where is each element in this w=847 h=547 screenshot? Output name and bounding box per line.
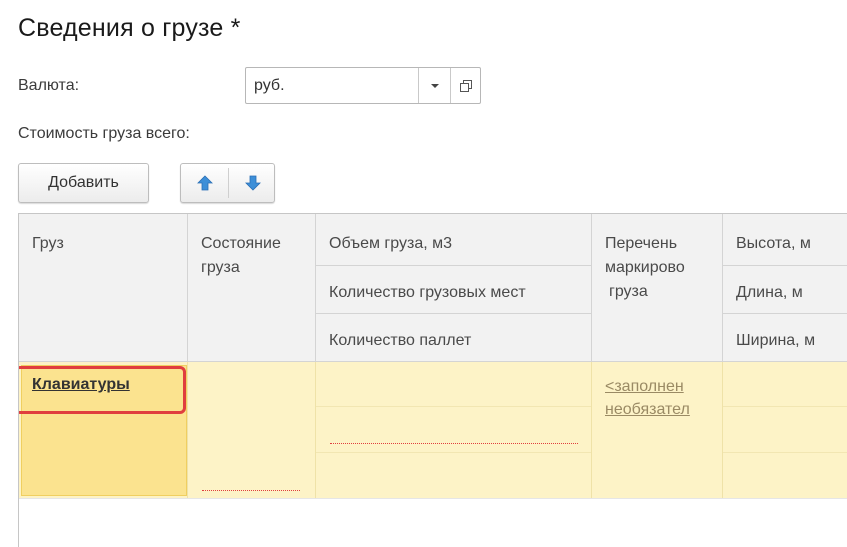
header-label: Количество паллет <box>329 332 472 349</box>
column-header-pallets[interactable]: Количество паллет <box>316 314 592 362</box>
column-header-width[interactable]: Ширина, м <box>723 314 847 362</box>
currency-label: Валюта: <box>18 77 80 94</box>
header-label: груза <box>201 259 240 276</box>
header-label: Состояние <box>201 235 281 252</box>
column-header-volume[interactable]: Объем груза, м3 <box>316 214 592 266</box>
marking-cell[interactable]: <заполнен необязател <box>592 362 723 498</box>
header-label: Длина, м <box>736 284 803 301</box>
open-form-icon[interactable] <box>450 68 481 103</box>
column-header-state[interactable]: Состояние груза <box>188 214 316 362</box>
header-label: Перечень <box>605 235 678 252</box>
header-label: Ширина, м <box>736 332 816 349</box>
header-label: Груз <box>32 235 64 252</box>
required-marker <box>202 490 300 491</box>
currency-field[interactable]: руб. <box>245 67 481 104</box>
header-label: Количество грузовых мест <box>329 284 526 301</box>
state-cell[interactable] <box>188 362 316 498</box>
currency-value[interactable]: руб. <box>254 77 285 95</box>
header-label: груза <box>609 283 648 300</box>
move-buttons <box>180 163 275 203</box>
volume-subcell[interactable] <box>316 362 591 407</box>
dimensions-cell[interactable] <box>723 362 847 498</box>
total-cost-label: Стоимость груза всего: <box>18 125 190 142</box>
length-subcell[interactable] <box>723 407 847 453</box>
marking-placeholder-line: <заполнен <box>605 378 684 395</box>
header-label: Объем груза, м3 <box>329 235 452 252</box>
column-header-height[interactable]: Высота, м <box>723 214 847 266</box>
row-divider <box>19 498 847 499</box>
page-title: Сведения о грузе * <box>18 14 241 42</box>
marking-placeholder[interactable]: <заполнен необязател <box>605 375 690 421</box>
cargo-link[interactable]: Клавиатуры <box>32 376 130 394</box>
volume-places-pallets-cell[interactable] <box>316 362 592 498</box>
height-subcell[interactable] <box>723 362 847 407</box>
column-header-cargo[interactable]: Груз <box>19 214 188 362</box>
cargo-table: Груз Состояние груза Объем груза, м3 Кол… <box>18 213 847 547</box>
chevron-down-icon[interactable] <box>418 68 451 103</box>
arrow-up-icon[interactable] <box>181 164 228 202</box>
places-subcell[interactable] <box>316 407 591 453</box>
column-header-marking[interactable]: Перечень маркирово груза <box>592 214 723 362</box>
header-label: Высота, м <box>736 235 811 252</box>
header-label: маркирово <box>605 259 685 276</box>
column-header-places[interactable]: Количество грузовых мест <box>316 266 592 314</box>
required-marker <box>330 443 578 444</box>
marking-placeholder-line: необязател <box>605 401 690 418</box>
add-button[interactable]: Добавить <box>18 163 149 203</box>
arrow-down-icon[interactable] <box>229 164 276 202</box>
column-header-length[interactable]: Длина, м <box>723 266 847 314</box>
